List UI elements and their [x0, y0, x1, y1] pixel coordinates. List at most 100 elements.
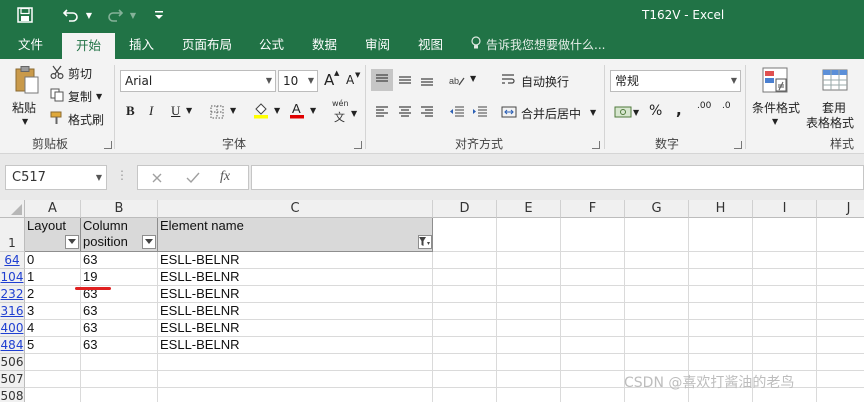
- table-cell-c[interactable]: [158, 388, 433, 402]
- name-box[interactable]: C517 ▼: [5, 165, 107, 190]
- font-color-icon[interactable]: A: [286, 99, 308, 121]
- empty-cell[interactable]: [625, 269, 689, 286]
- empty-cell[interactable]: [561, 354, 625, 371]
- table-cell-a[interactable]: [25, 388, 81, 402]
- save-icon[interactable]: [14, 5, 36, 25]
- empty-cell[interactable]: [817, 303, 864, 320]
- column-header-b[interactable]: B: [81, 200, 158, 218]
- empty-cell[interactable]: [433, 388, 497, 402]
- table-cell-a[interactable]: 5: [25, 337, 81, 354]
- accounting-dropdown-icon[interactable]: ▼: [633, 108, 639, 117]
- redo-icon[interactable]: [104, 5, 126, 25]
- row-header[interactable]: 400: [0, 320, 25, 337]
- empty-cell[interactable]: [753, 337, 817, 354]
- empty-cell[interactable]: [817, 269, 864, 286]
- table-cell-b[interactable]: [81, 371, 158, 388]
- empty-cell[interactable]: [753, 286, 817, 303]
- empty-cell[interactable]: [689, 337, 753, 354]
- comma-button[interactable]: ,: [676, 101, 682, 119]
- empty-cell[interactable]: [561, 337, 625, 354]
- decrease-indent-icon[interactable]: [446, 101, 468, 123]
- merge-center-icon[interactable]: [498, 101, 520, 123]
- number-format-select[interactable]: 常规 ▼: [610, 70, 741, 92]
- font-size-select[interactable]: 10 ▼: [278, 70, 318, 92]
- table-cell-a[interactable]: [25, 371, 81, 388]
- filter-dropdown-icon[interactable]: [65, 235, 79, 249]
- percent-button[interactable]: %: [649, 103, 662, 119]
- align-middle-icon[interactable]: [394, 69, 416, 91]
- row-header[interactable]: 232: [0, 286, 25, 303]
- fill-color-icon[interactable]: [250, 99, 272, 121]
- italic-button[interactable]: I: [149, 103, 153, 119]
- font-color-dropdown-icon[interactable]: ▼: [310, 106, 316, 115]
- align-right-icon[interactable]: [416, 101, 438, 123]
- cut-label[interactable]: 剪切: [68, 65, 92, 82]
- paste-icon[interactable]: [12, 65, 42, 95]
- column-header-i[interactable]: I: [753, 200, 817, 218]
- empty-cell[interactable]: [433, 303, 497, 320]
- empty-cell[interactable]: [433, 320, 497, 337]
- table-cell-c[interactable]: ESLL-BELNR: [158, 337, 433, 354]
- empty-cell[interactable]: [689, 354, 753, 371]
- align-center-icon[interactable]: [394, 101, 416, 123]
- table-cell-a[interactable]: [25, 354, 81, 371]
- paste-dropdown-icon[interactable]: ▼: [22, 117, 28, 126]
- tab-view[interactable]: 视图: [414, 31, 447, 59]
- font-name-select[interactable]: Arial ▼: [120, 70, 276, 92]
- tab-page-layout[interactable]: 页面布局: [178, 31, 236, 59]
- empty-cell[interactable]: [497, 303, 561, 320]
- empty-cell[interactable]: [689, 218, 753, 252]
- cancel-icon[interactable]: [146, 167, 168, 189]
- table-cell-b[interactable]: [81, 388, 158, 402]
- paste-label[interactable]: 粘贴: [12, 99, 36, 116]
- table-cell-a[interactable]: 3: [25, 303, 81, 320]
- empty-cell[interactable]: [689, 286, 753, 303]
- decrease-decimal-button[interactable]: .0: [722, 101, 731, 111]
- clipboard-launcher-icon[interactable]: [104, 141, 112, 149]
- tab-formulas[interactable]: 公式: [255, 31, 288, 59]
- filter-dropdown-icon[interactable]: [142, 235, 156, 249]
- empty-cell[interactable]: [497, 337, 561, 354]
- empty-cell[interactable]: [817, 252, 864, 269]
- conditional-formatting-label[interactable]: 条件格式: [752, 99, 800, 116]
- accounting-format-icon[interactable]: [612, 101, 634, 123]
- column-header-c[interactable]: C: [158, 200, 433, 218]
- bold-button[interactable]: B: [126, 103, 135, 119]
- format-painter-icon[interactable]: [48, 109, 66, 127]
- redo-dropdown-icon[interactable]: ▼: [128, 5, 138, 25]
- empty-cell[interactable]: [817, 371, 864, 388]
- empty-cell[interactable]: [689, 320, 753, 337]
- conditional-formatting-icon[interactable]: [760, 65, 790, 95]
- table-cell-c[interactable]: [158, 354, 433, 371]
- select-all-corner[interactable]: [0, 200, 25, 218]
- empty-cell[interactable]: [689, 269, 753, 286]
- empty-cell[interactable]: [433, 286, 497, 303]
- align-bottom-icon[interactable]: [416, 69, 438, 91]
- empty-cell[interactable]: [497, 354, 561, 371]
- header-cell-element-name[interactable]: Element name: [158, 218, 433, 252]
- empty-cell[interactable]: [817, 337, 864, 354]
- font-launcher-icon[interactable]: [354, 141, 362, 149]
- column-header-a[interactable]: A: [25, 200, 81, 218]
- resize-handle-icon[interactable]: ⋮: [116, 168, 128, 182]
- table-cell-a[interactable]: 0: [25, 252, 81, 269]
- insert-function-button[interactable]: fx: [220, 169, 230, 185]
- column-header-g[interactable]: G: [625, 200, 689, 218]
- formula-input[interactable]: [251, 165, 864, 190]
- align-top-icon[interactable]: [371, 69, 393, 91]
- table-cell-a[interactable]: 4: [25, 320, 81, 337]
- empty-cell[interactable]: [433, 337, 497, 354]
- empty-cell[interactable]: [561, 252, 625, 269]
- table-cell-b[interactable]: 63: [81, 337, 158, 354]
- table-cell-b[interactable]: 63: [81, 320, 158, 337]
- empty-cell[interactable]: [497, 320, 561, 337]
- empty-cell[interactable]: [625, 320, 689, 337]
- empty-cell[interactable]: [433, 252, 497, 269]
- empty-cell[interactable]: [753, 218, 817, 252]
- empty-cell[interactable]: [817, 286, 864, 303]
- row-header-1[interactable]: 1: [0, 218, 25, 252]
- empty-cell[interactable]: [625, 337, 689, 354]
- column-header-h[interactable]: H: [689, 200, 753, 218]
- undo-icon[interactable]: [60, 5, 82, 25]
- cut-icon[interactable]: [48, 63, 66, 81]
